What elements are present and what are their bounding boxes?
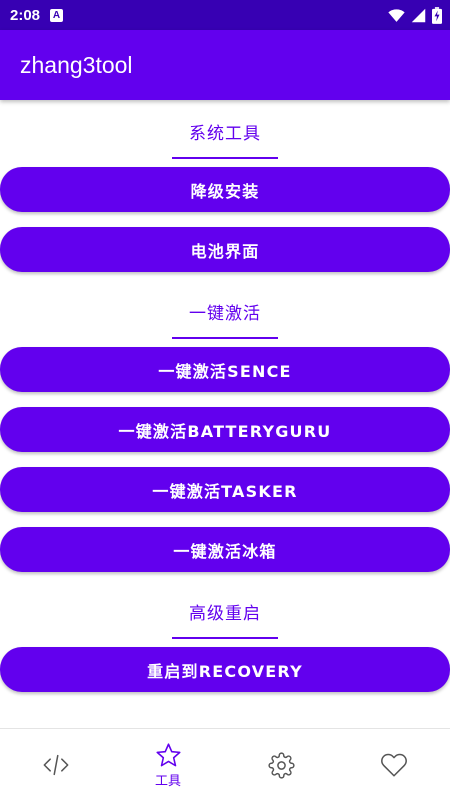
activate-batteryguru-button[interactable]: 一键激活BATTERYGURU: [0, 407, 450, 452]
nav-item-tools[interactable]: 工具: [112, 729, 224, 800]
tools-content[interactable]: 系统工具 降级安装 电池界面 一键激活 一键激活SENCE 一键激活BATTER…: [0, 100, 450, 728]
section-header-one-click-activate: 一键激活: [189, 304, 261, 324]
notification-app-icon: A: [50, 8, 64, 22]
activate-sence-button[interactable]: 一键激活SENCE: [0, 347, 450, 392]
activate-icebox-button[interactable]: 一键激活冰箱: [0, 527, 450, 572]
app-bar: zhang3tool: [0, 30, 450, 100]
section-header-system-tools: 系统工具: [189, 124, 261, 144]
section-underline: [172, 157, 278, 159]
nav-item-code[interactable]: [0, 729, 112, 800]
code-icon: [43, 754, 69, 776]
heart-icon: [381, 753, 407, 777]
gear-icon: [267, 751, 295, 779]
wifi-icon: [388, 8, 405, 22]
nav-label-tools: 工具: [154, 773, 181, 789]
star-icon: [155, 742, 181, 766]
nav-item-favorites[interactable]: [338, 729, 450, 800]
status-time: 2:08: [10, 6, 41, 24]
app-title: zhang3tool: [20, 51, 133, 78]
battery-charging-icon: [432, 6, 442, 24]
reboot-recovery-button[interactable]: 重启到RECOVERY: [0, 647, 450, 692]
downgrade-install-button[interactable]: 降级安装: [0, 167, 450, 212]
section-header-advanced-reboot: 高级重启: [189, 604, 261, 624]
bottom-navigation: 工具: [0, 728, 450, 800]
status-icons: [388, 6, 442, 24]
battery-interface-button[interactable]: 电池界面: [0, 227, 450, 272]
section-underline: [172, 337, 278, 339]
activate-tasker-button[interactable]: 一键激活TASKER: [0, 467, 450, 512]
section-underline: [172, 637, 278, 639]
status-bar: 2:08 A: [0, 0, 450, 30]
nav-item-settings[interactable]: [225, 729, 337, 800]
cellular-signal-icon: [411, 8, 426, 22]
